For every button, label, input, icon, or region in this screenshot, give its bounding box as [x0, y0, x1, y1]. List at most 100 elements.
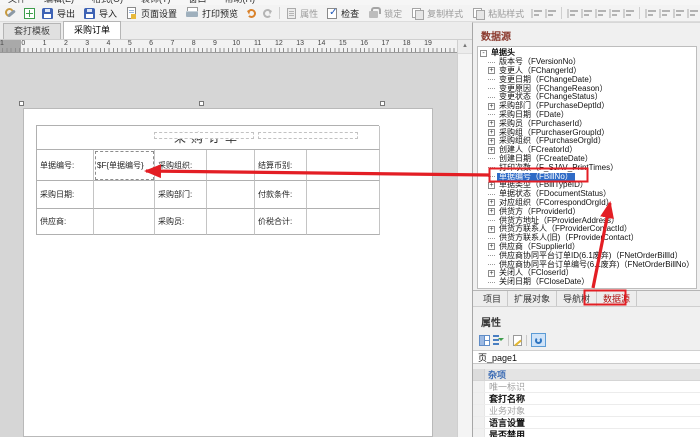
tree-item[interactable]: +采购员（FPurchaserId）: [480, 119, 696, 128]
page-setup-button[interactable]: 页面设置: [124, 7, 181, 20]
categorized-view-icon[interactable]: [479, 335, 490, 346]
tree-item[interactable]: 打印次数（F_SJAV_PrintTimes）: [480, 163, 696, 172]
import-button[interactable]: 导入: [82, 7, 121, 20]
label-cell[interactable]: 采购组织:: [155, 150, 207, 181]
toolbar-button-label: 粘贴样式: [486, 7, 526, 20]
label-cell[interactable]: 结算币别:: [255, 150, 307, 181]
settings-tool-button[interactable]: [3, 7, 19, 19]
property-row[interactable]: 是否禁用: [473, 429, 700, 437]
expand-icon[interactable]: +: [488, 226, 495, 233]
design-canvas[interactable]: 1012345678910111213141516171819 采购订单单据编号…: [0, 40, 457, 437]
expand-icon[interactable]: +: [488, 120, 495, 127]
report-designer-window: 文件编辑(E)格式(O)装饰(T)窗口帮助(H) 导出导入页面设置打印预览属性检…: [0, 0, 700, 437]
tree-line: [488, 282, 495, 283]
redo-button[interactable]: [261, 8, 274, 18]
label-cell[interactable]: 采购员:: [155, 209, 207, 235]
toolbar-button-label: 锁定: [382, 7, 404, 20]
expand-icon[interactable]: +: [488, 147, 495, 154]
refresh-toggle-button[interactable]: [531, 333, 546, 347]
export-button[interactable]: 导出: [40, 7, 79, 20]
tree-item[interactable]: 变更日期（FChangeDate）: [480, 75, 696, 84]
align-tool-icon[interactable]: [687, 8, 698, 19]
expand-icon[interactable]: +: [488, 129, 495, 136]
expand-icon[interactable]: +: [488, 270, 495, 277]
expand-icon[interactable]: +: [488, 182, 495, 189]
selection-handle[interactable]: [199, 101, 204, 106]
lock-button[interactable]: 锁定: [366, 7, 406, 20]
main-toolbar: 导出 导入页面设置打印预览 属性检查 锁定 复制样式 粘贴样式: [0, 5, 700, 22]
align-tool-icon[interactable]: [623, 8, 634, 19]
value-cell[interactable]: [94, 181, 155, 209]
panel-tab-0[interactable]: 项目: [477, 291, 508, 306]
toolbar-button-label: 导入: [97, 7, 119, 20]
expand-icon[interactable]: +: [488, 67, 495, 74]
value-cell[interactable]: [207, 150, 255, 181]
panel-tab-datasource[interactable]: 数据源: [597, 291, 637, 306]
export-grid-button[interactable]: [22, 7, 37, 19]
value-cell[interactable]: [307, 181, 380, 209]
tree-item-label: 变更日期（FChangeDate）: [497, 76, 599, 84]
cell-text: 结算币别:: [258, 160, 292, 171]
cell-text: 采购日期:: [40, 189, 74, 200]
selection-handle[interactable]: [19, 101, 24, 106]
field-cell-selected[interactable]: $F{单据编号}: [94, 150, 155, 181]
label-cell[interactable]: 采购日期:: [37, 181, 94, 209]
align-tool-icon[interactable]: [595, 8, 606, 19]
ruler-ticks: [2, 48, 457, 52]
alphabetical-sort-icon[interactable]: [493, 335, 504, 346]
expand-icon[interactable]: +: [488, 138, 495, 145]
expand-icon[interactable]: +: [488, 208, 495, 215]
properties-toolbar: [473, 332, 700, 351]
panel-tab-1[interactable]: 扩展对象: [508, 291, 557, 306]
toolbar-button-label: 导出: [55, 7, 77, 20]
value-cell[interactable]: [307, 209, 380, 235]
label-cell[interactable]: 采购部门:: [155, 181, 207, 209]
properties-button[interactable]: 属性: [285, 7, 322, 20]
toolbar-button-label: 复制样式: [425, 7, 465, 20]
datasource-tree: -单据头版本号（FVersionNo）+变更人（FChangerId）变更日期（…: [477, 46, 697, 289]
align-tool-icon[interactable]: [645, 8, 656, 19]
value-cell[interactable]: [307, 150, 380, 181]
tree-item[interactable]: 关闭日期（FCloseDate）: [480, 278, 696, 287]
expand-icon[interactable]: +: [488, 243, 495, 250]
label-cell[interactable]: 价税合计:: [255, 209, 307, 235]
value-cell[interactable]: [207, 181, 255, 209]
scroll-up-button[interactable]: ▲: [458, 40, 472, 54]
align-tool-icon[interactable]: [567, 8, 578, 19]
label-cell[interactable]: 单据编号:: [37, 150, 94, 181]
tree-line: [488, 176, 495, 177]
cell-text: $F{单据编号}: [97, 160, 144, 171]
category-gutter: [473, 369, 485, 380]
properties-title: 属性: [473, 309, 700, 332]
document-tab[interactable]: 采购订单: [63, 21, 121, 39]
check-button[interactable]: 检查: [325, 7, 363, 20]
align-tool-icon[interactable]: [531, 8, 542, 19]
selection-handle[interactable]: [380, 101, 385, 106]
align-tool-icon[interactable]: [581, 8, 592, 19]
value-cell[interactable]: [94, 209, 155, 235]
align-tool-icon[interactable]: [673, 8, 684, 19]
value-cell[interactable]: [207, 209, 255, 235]
align-tool-icon[interactable]: [659, 8, 670, 19]
align-tool-icon[interactable]: [545, 8, 556, 19]
tree-item[interactable]: +供应商（FSupplierId）: [480, 243, 696, 252]
tree-item[interactable]: 供应商协同平台订单ID(6.1废弃)（FNetOrderBillId）: [480, 251, 696, 260]
document-tab[interactable]: 套打模板: [3, 23, 61, 39]
undo-button[interactable]: [245, 8, 258, 18]
canvas-vertical-scrollbar[interactable]: ▲: [457, 40, 472, 437]
label-cell[interactable]: 付款条件:: [255, 181, 307, 209]
selected-object-row[interactable]: 页_page1: [473, 351, 700, 364]
copy-style-button[interactable]: 复制样式: [409, 7, 467, 20]
tree-line: [488, 62, 495, 63]
paste-style-button[interactable]: 粘贴样式: [470, 7, 528, 20]
property-page-icon[interactable]: [513, 335, 522, 346]
tree-item[interactable]: +供货方（FProviderId）: [480, 207, 696, 216]
panel-tab-2[interactable]: 导航树: [557, 291, 597, 306]
collapse-icon[interactable]: -: [480, 50, 487, 57]
report-page[interactable]: 采购订单单据编号:$F{单据编号}采购组织:结算币别:采购日期:采购部门:付款条…: [23, 108, 433, 437]
expand-icon[interactable]: +: [488, 103, 495, 110]
print-preview-button[interactable]: 打印预览: [184, 7, 242, 20]
label-cell[interactable]: 供应商:: [37, 209, 94, 235]
expand-icon[interactable]: +: [488, 199, 495, 206]
align-tool-icon[interactable]: [609, 8, 620, 19]
